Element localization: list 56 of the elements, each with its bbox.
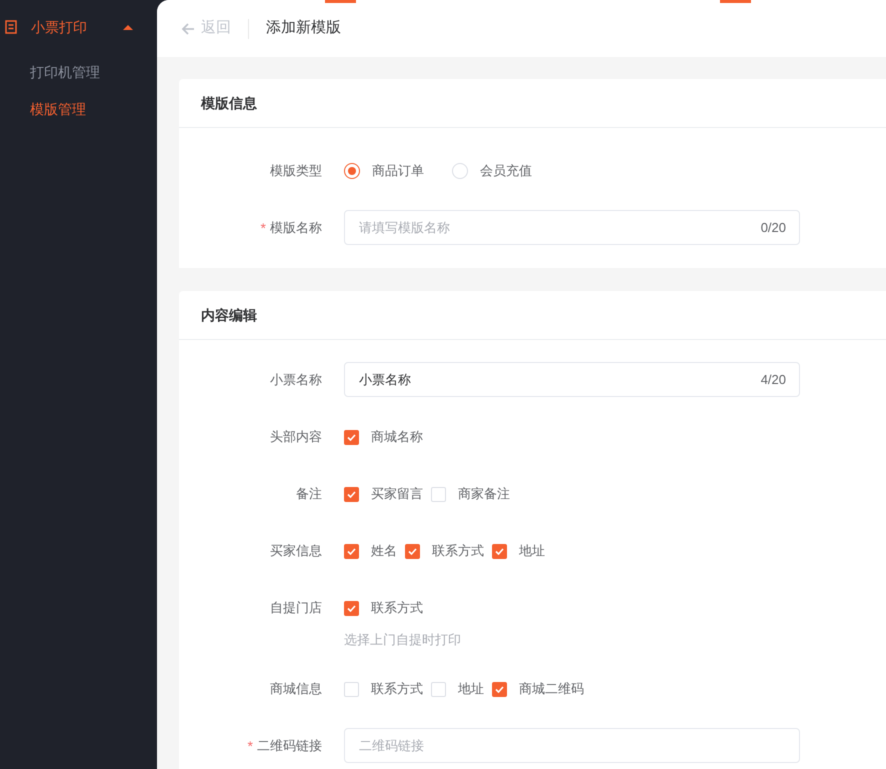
option-label: 联系方式 <box>371 680 423 698</box>
check-icon <box>347 434 356 440</box>
field-label: 二维码链接 <box>257 737 322 756</box>
field-label: 小票名称 <box>270 371 322 390</box>
option-label: 买家留言 <box>371 485 423 504</box>
checkbox[interactable] <box>344 486 359 502</box>
active-indicator <box>325 0 356 3</box>
option-label: 联系方式 <box>432 542 484 560</box>
checkbox[interactable] <box>405 544 420 558</box>
back-arrow-icon <box>181 22 195 36</box>
group-label: 小票打印 <box>31 18 88 36</box>
active-indicator <box>720 0 751 3</box>
option-label: 会员充值 <box>480 162 532 180</box>
field-label: 商城信息 <box>270 680 322 698</box>
document-icon <box>5 20 17 34</box>
check-icon <box>495 548 504 554</box>
option-label: 地址 <box>458 680 484 698</box>
required-mark: * <box>260 218 266 238</box>
page-title: 添加新模版 <box>266 18 341 38</box>
radio-button[interactable] <box>344 163 360 179</box>
checkbox[interactable] <box>344 600 359 616</box>
section-title: 内容编辑 <box>201 306 257 324</box>
option-label: 商城名称 <box>371 428 423 446</box>
field-label: 头部内容 <box>270 428 322 446</box>
checkbox[interactable] <box>492 682 507 696</box>
field-label: 自提门店 <box>270 599 322 618</box>
checkbox[interactable] <box>344 544 359 558</box>
check-icon <box>408 548 417 554</box>
check-icon <box>347 548 356 554</box>
option-label: 商品订单 <box>372 162 424 180</box>
option-label: 姓名 <box>371 542 397 560</box>
field-label: 模版类型 <box>270 162 322 180</box>
field-label: 备注 <box>296 485 322 504</box>
check-icon <box>347 490 356 498</box>
field-label: 买家信息 <box>270 542 322 560</box>
checkbox[interactable] <box>431 682 446 696</box>
field-label: 模版名称 <box>270 219 322 238</box>
char-counter: 0/20 <box>760 219 786 236</box>
checkbox[interactable] <box>344 682 359 696</box>
check-icon <box>347 604 356 612</box>
section-title: 模版信息 <box>201 94 257 112</box>
sidebar-item[interactable]: 打印机管理 <box>0 54 157 91</box>
hint-text: 选择上门自提时打印 <box>344 631 461 649</box>
required-mark: * <box>248 736 253 756</box>
option-label: 商家备注 <box>458 485 510 504</box>
text-field[interactable]: 二维码链接 <box>344 728 800 763</box>
option-label: 商城二维码 <box>519 680 584 698</box>
checkbox[interactable] <box>431 486 446 502</box>
option-label: 联系方式 <box>371 599 423 618</box>
char-counter: 4/20 <box>760 371 786 388</box>
check-icon <box>495 686 504 692</box>
checkbox[interactable] <box>344 430 359 444</box>
checkbox[interactable] <box>492 544 507 558</box>
sidebar-group[interactable]: 小票打印 <box>0 0 157 54</box>
sidebar-item[interactable]: 模版管理 <box>0 91 157 128</box>
option-label: 地址 <box>519 542 545 560</box>
